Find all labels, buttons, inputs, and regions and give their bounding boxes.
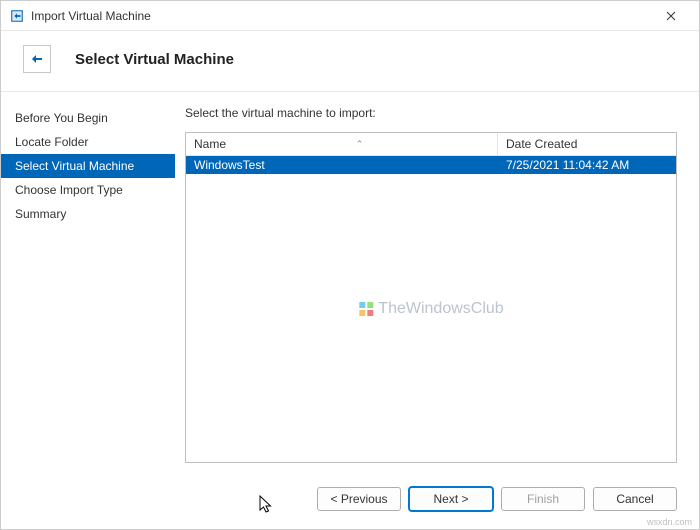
vm-list[interactable]: Name ⌃ Date Created WindowsTest 7/25/202… bbox=[185, 132, 677, 463]
column-date-label: Date Created bbox=[506, 137, 577, 151]
sidebar-item-summary[interactable]: Summary bbox=[1, 202, 175, 226]
cell-date: 7/25/2021 11:04:42 AM bbox=[498, 156, 676, 174]
window-title: Import Virtual Machine bbox=[31, 9, 151, 23]
sidebar-item-locate-folder[interactable]: Locate Folder bbox=[1, 130, 175, 154]
instruction-text: Select the virtual machine to import: bbox=[185, 106, 677, 120]
watermark-icon bbox=[358, 301, 374, 317]
cell-name: WindowsTest bbox=[186, 156, 498, 174]
sort-indicator-icon: ⌃ bbox=[230, 139, 489, 150]
column-header-date[interactable]: Date Created bbox=[498, 133, 676, 155]
sidebar-item-select-virtual-machine[interactable]: Select Virtual Machine bbox=[1, 154, 175, 178]
cancel-button[interactable]: Cancel bbox=[593, 487, 677, 511]
list-header: Name ⌃ Date Created bbox=[186, 133, 676, 156]
finish-button: Finish bbox=[501, 487, 585, 511]
titlebar: Import Virtual Machine bbox=[1, 1, 699, 31]
wizard-window: Import Virtual Machine Select Virtual Ma… bbox=[0, 0, 700, 530]
app-icon bbox=[9, 8, 25, 24]
wizard-main: Select the virtual machine to import: Na… bbox=[175, 92, 699, 473]
import-icon bbox=[23, 45, 51, 73]
wizard-header: Select Virtual Machine bbox=[1, 31, 699, 92]
close-button[interactable] bbox=[651, 2, 691, 30]
column-header-name[interactable]: Name ⌃ bbox=[186, 133, 498, 155]
previous-button[interactable]: < Previous bbox=[317, 487, 401, 511]
list-body: WindowsTest 7/25/2021 11:04:42 AM TheWin… bbox=[186, 156, 676, 462]
titlebar-left: Import Virtual Machine bbox=[9, 8, 151, 24]
wizard-sidebar: Before You Begin Locate Folder Select Vi… bbox=[1, 92, 175, 473]
cursor-icon bbox=[259, 495, 275, 517]
sidebar-item-choose-import-type[interactable]: Choose Import Type bbox=[1, 178, 175, 202]
watermark-text: TheWindowsClub bbox=[378, 300, 503, 318]
next-button[interactable]: Next > bbox=[409, 487, 493, 511]
attribution-text: wsxdn.com bbox=[647, 517, 692, 527]
column-name-label: Name bbox=[194, 137, 226, 151]
wizard-body: Before You Begin Locate Folder Select Vi… bbox=[1, 92, 699, 473]
page-title: Select Virtual Machine bbox=[75, 51, 234, 68]
sidebar-item-before-you-begin[interactable]: Before You Begin bbox=[1, 106, 175, 130]
watermark: TheWindowsClub bbox=[358, 300, 503, 318]
table-row[interactable]: WindowsTest 7/25/2021 11:04:42 AM bbox=[186, 156, 676, 174]
wizard-footer: < Previous Next > Finish Cancel bbox=[1, 473, 699, 529]
